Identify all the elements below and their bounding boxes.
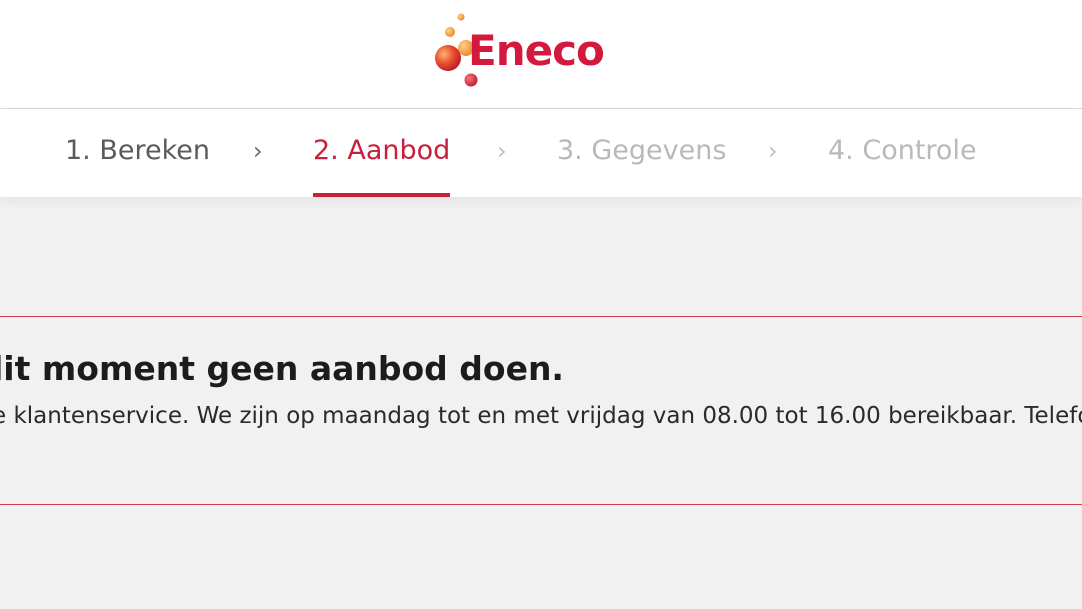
no-offer-message: lit moment geen aanbod doen. e klantense… [0,316,1082,505]
site-header: Eneco [0,0,1082,109]
message-title: lit moment geen aanbod doen. [0,349,564,388]
chevron-right-icon: › [497,137,507,165]
checkout-steps: 1. Bereken › 2. Aanbod › 3. Gegevens › 4… [0,109,1082,197]
chevron-right-icon: › [768,137,778,165]
logo-wordmark: Eneco [468,26,605,75]
step-bereken[interactable]: 1. Bereken [65,109,210,197]
step-gegevens: 3. Gegevens [557,135,727,166]
step-aanbod[interactable]: 2. Aanbod [313,109,451,197]
message-body: e klantenservice. We zijn op maandag tot… [0,403,1082,429]
step-controle: 4. Controle [828,135,977,166]
chevron-right-icon: › [253,137,263,165]
eneco-logo[interactable]: Eneco [432,10,612,90]
